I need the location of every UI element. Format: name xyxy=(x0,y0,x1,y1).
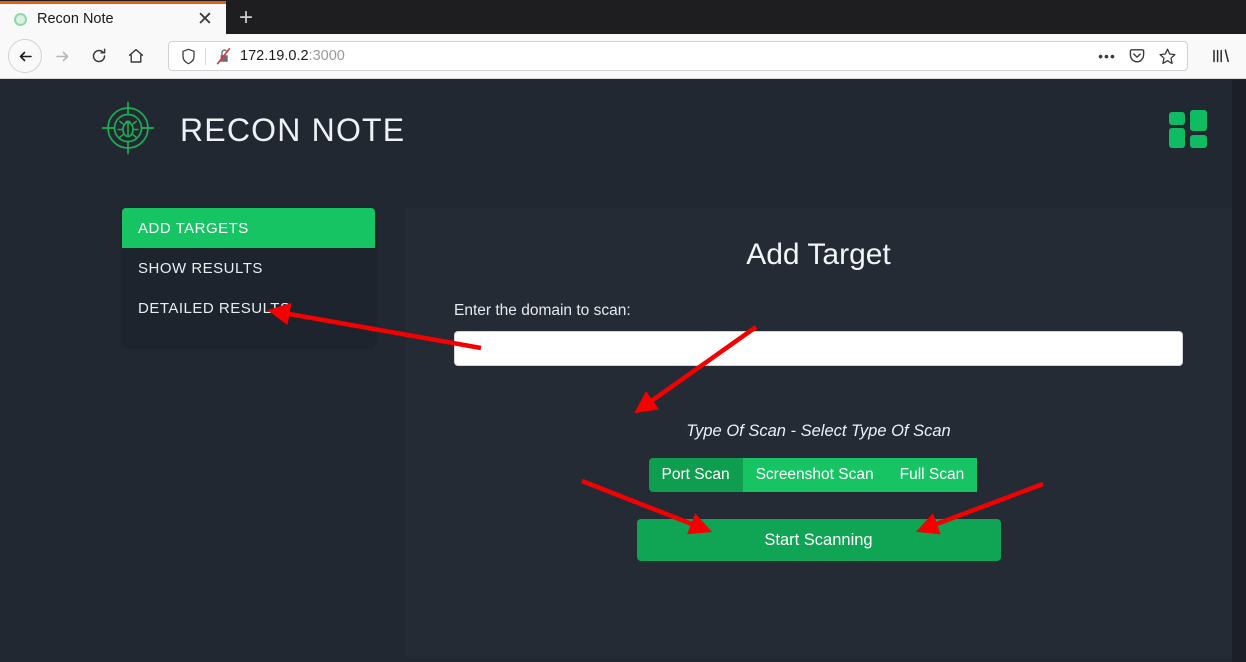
pocket-icon[interactable] xyxy=(1123,43,1151,69)
page-title: RECON NOTE xyxy=(180,111,406,148)
page-actions-icon[interactable]: ••• xyxy=(1093,43,1121,69)
sidebar-item-show-results[interactable]: SHOW RESULTS xyxy=(122,248,375,288)
url-text[interactable]: 172.19.0.2:3000 xyxy=(236,48,1093,64)
browser-window: Recon Note ✕ + 172.19.0.2:3000 ••• RECON… xyxy=(0,0,1246,662)
forward-icon[interactable] xyxy=(45,39,79,73)
url-bar[interactable]: 172.19.0.2:3000 ••• xyxy=(168,41,1188,71)
sidebar-item-detailed-results[interactable]: DETAILED RESULTS xyxy=(122,288,375,328)
new-tab-button[interactable]: + xyxy=(226,1,266,34)
url-host: 172.19.0.2 xyxy=(240,48,309,64)
domain-input[interactable] xyxy=(454,331,1183,366)
broken-lock-icon[interactable] xyxy=(210,47,236,65)
back-icon[interactable] xyxy=(8,39,42,73)
scan-type-screenshot-scan-button[interactable]: Screenshot Scan xyxy=(742,458,887,492)
add-target-panel: Add Target Enter the domain to scan: Typ… xyxy=(405,208,1232,658)
shield-icon[interactable] xyxy=(175,48,201,65)
add-target-form: Enter the domain to scan: Type Of Scan -… xyxy=(454,302,1183,561)
crosshair-bug-logo-icon xyxy=(100,100,156,161)
sidebar-item-add-targets[interactable]: ADD TARGETS xyxy=(122,208,375,248)
library-icon[interactable] xyxy=(1204,39,1238,73)
tab-strip: Recon Note ✕ + xyxy=(0,0,1246,34)
sidebar-item-label: ADD TARGETS xyxy=(138,219,249,237)
reload-icon[interactable] xyxy=(82,39,116,73)
web-page: RECON NOTE ADD TARGETS SHOW RESULTS DETA… xyxy=(0,80,1246,662)
home-icon[interactable] xyxy=(119,39,153,73)
start-scanning-button[interactable]: Start Scanning xyxy=(636,519,1001,561)
scan-type-port-scan-button[interactable]: Port Scan xyxy=(648,458,743,492)
url-action-group: ••• xyxy=(1093,43,1181,69)
scan-type-full-scan-button[interactable]: Full Scan xyxy=(886,458,978,492)
browser-toolbar: 172.19.0.2:3000 ••• xyxy=(0,34,1246,79)
brand: RECON NOTE xyxy=(100,100,405,161)
grid-menu-icon[interactable] xyxy=(1166,106,1210,155)
star-icon[interactable] xyxy=(1153,43,1181,69)
vertical-scrollbar[interactable] xyxy=(1232,80,1246,662)
domain-field-label: Enter the domain to scan: xyxy=(454,302,631,319)
url-divider xyxy=(205,47,206,65)
sidebar-item-label: DETAILED RESULTS xyxy=(138,299,291,317)
url-port: :3000 xyxy=(308,48,345,64)
tab-title: Recon Note xyxy=(37,11,114,27)
panel-title: Add Target xyxy=(746,238,891,271)
sidebar-item-label: SHOW RESULTS xyxy=(138,259,263,277)
tab-favicon-icon xyxy=(14,12,27,26)
site-header: RECON NOTE xyxy=(0,80,1246,180)
close-icon[interactable]: ✕ xyxy=(192,6,218,32)
browser-tab-recon-note[interactable]: Recon Note ✕ xyxy=(0,1,226,34)
scan-type-label: Type Of Scan - Select Type Of Scan xyxy=(686,422,951,440)
content-area: ADD TARGETS SHOW RESULTS DETAILED RESULT… xyxy=(0,180,1246,658)
scan-type-button-group: Port Scan Screenshot Scan Full Scan xyxy=(648,458,989,492)
sidebar-menu: ADD TARGETS SHOW RESULTS DETAILED RESULT… xyxy=(122,208,375,346)
